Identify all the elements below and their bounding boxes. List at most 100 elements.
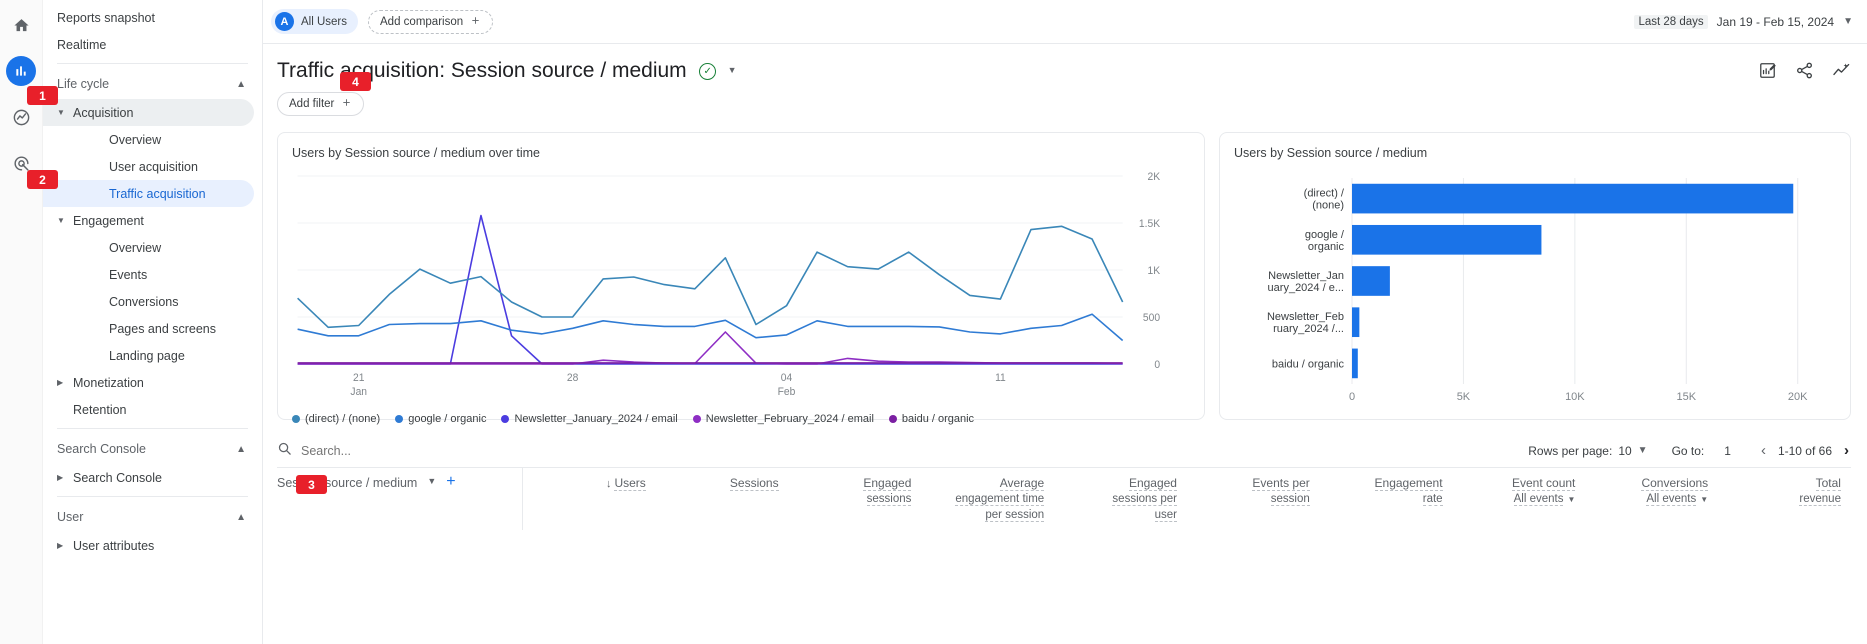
sidebar-item-acquisition-overview[interactable]: Overview <box>43 126 254 153</box>
sidebar-section-search-console[interactable]: Search Console ▲ <box>43 434 262 464</box>
chevron-right-icon[interactable]: › <box>1842 442 1851 459</box>
arrow-down-icon: ↓ <box>605 478 612 490</box>
users-by-source-bar-chart[interactable]: (direct) /(none) google /organic Newslette… <box>1234 166 1838 414</box>
legend-item[interactable]: baidu / organic <box>888 413 975 425</box>
all-users-segment-chip[interactable]: A All Users <box>271 9 359 34</box>
x-axis-tick-label: 21 <box>353 372 365 384</box>
rows-per-page-value: 10 <box>1618 443 1632 458</box>
x-axis-tick-label: 20K <box>1788 391 1808 403</box>
sidebar-item-user-attributes[interactable]: ▶ User attributes <box>43 532 254 559</box>
sidebar-item-traffic-acquisition[interactable]: Traffic acquisition <box>43 180 254 207</box>
annotation-badge-3: 3 <box>296 475 327 494</box>
legend-item[interactable]: Newsletter_January_2024 / email <box>501 413 678 425</box>
users-over-time-line-chart[interactable]: 2K 1.5K 1K 500 0 21 Jan 28 04 Feb 11 <box>292 166 1190 406</box>
bar-category-label: uary_2024 / e... <box>1268 282 1344 294</box>
x-axis-tick-sublabel: Feb <box>778 386 796 398</box>
column-header[interactable]: Engagement rate <box>1320 468 1453 530</box>
sidebar-item-label: Acquisition <box>73 105 134 120</box>
explore-icon[interactable] <box>6 102 36 132</box>
sidebar-section-label: User <box>57 510 84 524</box>
bar <box>1352 307 1360 338</box>
insights-icon[interactable] <box>1832 61 1851 85</box>
sidebar-item-acquisition[interactable]: ▼ Acquisition <box>43 99 254 126</box>
legend-item[interactable]: google / organic <box>395 413 486 425</box>
sidebar-nav: Reports snapshot Realtime Life cycle ▲ ▼… <box>43 0 263 644</box>
sidebar-item-engagement[interactable]: ▼ Engagement <box>43 207 254 234</box>
y-axis-tick-label: 500 <box>1143 312 1160 324</box>
bar <box>1352 183 1794 214</box>
check-circle-icon[interactable]: ✓ <box>699 63 717 80</box>
sidebar-item-monetization[interactable]: ▶ Monetization <box>43 369 254 396</box>
legend-item[interactable]: Newsletter_February_2024 / email <box>692 413 874 425</box>
caret-down-icon: ▼ <box>57 215 65 225</box>
rows-per-page-selector[interactable]: Rows per page: 10 ▼ <box>1528 444 1647 458</box>
bar-category-label: (none) <box>1312 200 1344 212</box>
search-input[interactable] <box>301 443 641 458</box>
line-series <box>298 216 1123 365</box>
column-header[interactable]: Sessions <box>656 468 789 530</box>
column-header-label: Users <box>614 476 646 491</box>
add-comparison-button[interactable]: Add comparison <box>368 9 494 34</box>
legend-color-dot <box>501 415 510 423</box>
home-icon[interactable] <box>6 10 36 40</box>
column-header[interactable]: Conversions All events ▼ <box>1585 468 1718 530</box>
bar-category-label: (direct) / <box>1304 188 1345 200</box>
chevron-up-icon: ▲ <box>236 78 246 90</box>
bar-chart-card: Users by Session source / medium (direct… <box>1219 132 1851 420</box>
x-axis-tick-label: 0 <box>1349 391 1355 403</box>
add-comparison-label: Add comparison <box>380 15 464 28</box>
bar <box>1352 224 1542 255</box>
column-header[interactable]: Average engagement time per session <box>921 468 1054 530</box>
sidebar-section-label: Life cycle <box>57 77 110 91</box>
column-header[interactable]: Event count All events ▼ <box>1453 468 1586 530</box>
plus-icon <box>341 97 352 111</box>
page-title-row: Traffic acquisition: Session source / me… <box>263 44 1867 85</box>
date-preset-label: Last 28 days <box>1634 14 1708 29</box>
edit-report-icon[interactable] <box>1758 61 1777 85</box>
reports-icon[interactable] <box>6 56 36 86</box>
column-header-label: Total <box>1815 476 1841 491</box>
column-header[interactable]: Engaged sessions <box>789 468 922 530</box>
goto-page-control[interactable]: Go to: 1 <box>1672 444 1731 458</box>
x-axis-tick-label: 15K <box>1676 391 1696 403</box>
legend-item[interactable]: (direct) / (none) <box>292 413 380 425</box>
search-container <box>277 441 1528 461</box>
chevron-down-icon[interactable]: ▼ <box>427 476 436 486</box>
add-filter-button[interactable]: Add filter <box>277 92 365 116</box>
sidebar-item-realtime[interactable]: Realtime <box>43 31 254 58</box>
goto-label: Go to: <box>1671 443 1705 458</box>
sidebar-divider <box>57 496 248 497</box>
sidebar-item-search-console[interactable]: ▶ Search Console <box>43 464 254 491</box>
column-header[interactable]: ↓ Users <box>523 468 656 530</box>
sidebar-item-label: Events <box>109 267 148 282</box>
column-header-dropdown[interactable]: All events ▼ <box>1459 492 1575 507</box>
sidebar-item-landing-page[interactable]: Landing page <box>43 342 254 369</box>
add-dimension-icon[interactable]: + <box>446 474 455 490</box>
all-users-label: All Users <box>301 15 348 28</box>
column-header[interactable]: Engaged sessions per user <box>1054 468 1187 530</box>
sidebar-item-label: Traffic acquisition <box>109 186 206 201</box>
bar-category-label: baidu / organic <box>1272 358 1345 370</box>
chevron-left-icon[interactable]: ‹ <box>1759 442 1768 459</box>
sidebar-item-engagement-overview[interactable]: Overview <box>43 234 254 261</box>
column-header[interactable]: Total revenue <box>1718 468 1851 530</box>
sidebar-section-user[interactable]: User ▲ <box>43 502 262 532</box>
sidebar-item-user-acquisition[interactable]: User acquisition <box>43 153 254 180</box>
sidebar-item-pages-and-screens[interactable]: Pages and screens <box>43 315 254 342</box>
sidebar-item-events[interactable]: Events <box>43 261 254 288</box>
column-header-label: Engagement <box>1374 476 1443 491</box>
column-header[interactable]: Events per session <box>1187 468 1320 530</box>
sidebar-item-retention[interactable]: Retention <box>43 396 254 423</box>
sidebar-item-reports-snapshot[interactable]: Reports snapshot <box>43 4 254 31</box>
x-axis-tick-label: 5K <box>1457 391 1471 403</box>
share-icon[interactable] <box>1795 61 1814 85</box>
sidebar-section-life-cycle[interactable]: Life cycle ▲ <box>43 69 262 99</box>
column-header-label-line3: per session <box>985 509 1045 522</box>
date-range-selector[interactable]: Last 28 days Jan 19 - Feb 15, 2024 ▼ <box>1634 14 1853 29</box>
legend-label: baidu / organic <box>901 413 975 425</box>
sidebar-item-conversions[interactable]: Conversions <box>43 288 254 315</box>
sidebar-item-label: Monetization <box>73 375 144 390</box>
column-header-dropdown[interactable]: All events ▼ <box>1591 492 1708 507</box>
column-header-label: Events per <box>1252 476 1310 491</box>
chevron-down-icon[interactable]: ▼ <box>728 65 737 75</box>
